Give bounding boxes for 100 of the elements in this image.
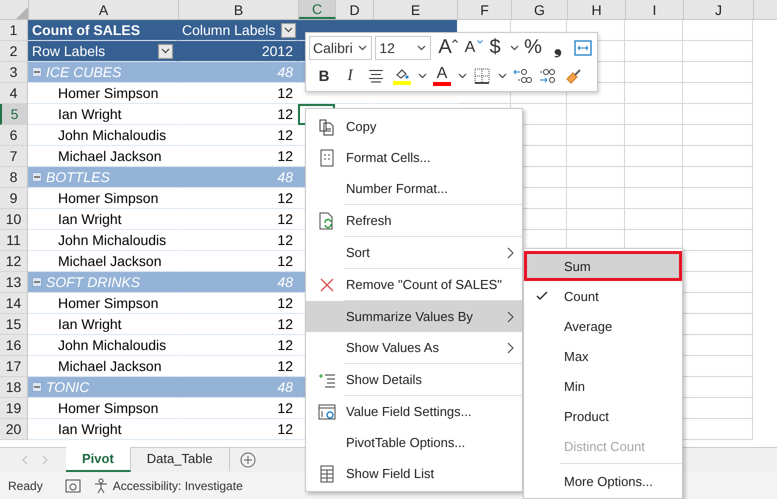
menu-item[interactable]: PivotTable Options...	[306, 427, 522, 458]
add-icon[interactable]	[240, 452, 256, 468]
value-cell: 12	[277, 400, 293, 416]
row-label: Homer Simpson	[57, 190, 158, 206]
decrease-decimal-icon[interactable]	[538, 67, 558, 86]
value-cell: 12	[277, 295, 293, 311]
row-header[interactable]: 8	[0, 167, 28, 188]
table-cell	[625, 125, 683, 146]
row-header[interactable]: 12	[0, 251, 28, 272]
row-header[interactable]: 9	[0, 188, 28, 209]
increase-decimal-icon[interactable]	[512, 67, 532, 86]
menu-item[interactable]: Sort	[306, 237, 522, 268]
row-header[interactable]: 14	[0, 293, 28, 314]
column-header[interactable]: F	[458, 0, 512, 19]
format-button[interactable]: ❟	[547, 36, 569, 60]
format-button[interactable]: $	[484, 36, 506, 60]
row-header[interactable]: 2	[0, 41, 28, 62]
value-cell: 12	[277, 253, 293, 269]
menu-item[interactable]: Refresh	[306, 205, 522, 236]
filter-button[interactable]	[158, 44, 173, 58]
menu-item[interactable]: Show Details	[306, 364, 522, 395]
column-header[interactable]: H	[568, 0, 626, 19]
value-cell: 48	[277, 274, 293, 290]
italic-button[interactable]: I	[339, 64, 361, 88]
copy-icon	[318, 118, 336, 136]
row-header[interactable]: 18	[0, 377, 28, 398]
table-cell	[625, 167, 683, 188]
row-header[interactable]: 13	[0, 272, 28, 293]
menu-item[interactable]: Max	[524, 341, 682, 371]
dropdown-caret-icon	[510, 44, 518, 51]
borders-icon[interactable]	[474, 68, 490, 84]
value-cell: 12	[277, 190, 293, 206]
row-header[interactable]: 3	[0, 62, 28, 83]
menu-item[interactable]: Min	[524, 371, 682, 401]
menu-item[interactable]: Copy	[306, 111, 522, 142]
menu-item[interactable]: Sum	[524, 251, 682, 281]
accessibility-status[interactable]: Accessibility: Investigate	[112, 478, 243, 492]
menu-item[interactable]: Format Cells...	[306, 142, 522, 173]
macro-recorder-icon	[64, 478, 81, 492]
menu-item[interactable]: Show Field List	[306, 458, 522, 489]
menu-item[interactable]: Count	[524, 281, 682, 311]
row-header[interactable]: 1	[0, 20, 28, 41]
row-label: Count of SALES	[32, 22, 140, 38]
row-header[interactable]: 16	[0, 335, 28, 356]
row-header[interactable]: 11	[0, 230, 28, 251]
column-labels: Column Labels	[182, 22, 276, 38]
format-cells-icon	[318, 148, 336, 166]
row-header[interactable]: 5	[0, 104, 28, 125]
shrink-font-button[interactable]: A	[459, 36, 481, 60]
font-color-button[interactable]: A	[436, 66, 448, 82]
menu-item[interactable]: Average	[524, 311, 682, 341]
row-label: Ian Wright	[57, 211, 122, 227]
row-header[interactable]: 15	[0, 314, 28, 335]
menu-item[interactable]: Remove "Count of SALES"	[306, 269, 522, 300]
column-header[interactable]: C	[299, 0, 336, 19]
row-header[interactable]: 19	[0, 398, 28, 419]
format-button[interactable]: %	[522, 36, 544, 60]
grow-font-button[interactable]: A	[434, 36, 456, 60]
row-header[interactable]: 10	[0, 209, 28, 230]
table-cell	[567, 188, 625, 209]
bold-button[interactable]: B	[313, 64, 335, 88]
value-cell: 12	[277, 148, 293, 164]
menu-item[interactable]: Summarize Values By	[306, 301, 522, 332]
value-cell: 12	[277, 211, 293, 227]
column-header[interactable]: E	[374, 0, 458, 19]
table-cell	[683, 62, 753, 83]
filter-button[interactable]	[281, 22, 296, 38]
paintbrush-icon[interactable]	[565, 67, 583, 86]
row-label: Homer Simpson	[57, 85, 158, 101]
font-dropdown[interactable]: Calibri	[309, 36, 372, 60]
menu-item[interactable]: More Options...	[524, 466, 682, 496]
row-header[interactable]: 20	[0, 419, 28, 440]
font-size-dropdown[interactable]: 12	[375, 36, 431, 60]
column-header[interactable]: A	[29, 0, 179, 19]
menu-item[interactable]: Show Values As	[306, 332, 522, 363]
column-header[interactable]: I	[626, 0, 684, 19]
menu-item[interactable]: Number Format...	[306, 173, 522, 204]
wrap-text-icon[interactable]	[574, 40, 592, 56]
paint-bucket-icon[interactable]	[394, 68, 410, 80]
table-cell	[683, 41, 753, 62]
down-caret-icon	[477, 40, 483, 44]
value-cell: 12	[277, 421, 293, 437]
column-header[interactable]: J	[684, 0, 754, 19]
row-header[interactable]: 6	[0, 125, 28, 146]
column-header[interactable]: D	[336, 0, 374, 19]
up-caret-icon	[452, 38, 458, 43]
status-text: Ready	[8, 478, 43, 492]
table-cell	[625, 209, 683, 230]
table-cell	[567, 125, 625, 146]
menu-item[interactable]: Value Field Settings...	[306, 396, 522, 427]
menu-item[interactable]: Product	[524, 401, 682, 431]
column-header[interactable]: G	[512, 0, 568, 19]
row-header[interactable]: 17	[0, 356, 28, 377]
row-label: Michael Jackson	[57, 358, 162, 374]
sheet-tab[interactable]: Pivot	[66, 447, 131, 472]
value-cell: 12	[277, 127, 293, 143]
row-header[interactable]: 4	[0, 83, 28, 104]
dropdown-caret-icon	[417, 44, 426, 51]
center-align-icon[interactable]	[368, 69, 384, 84]
row-header[interactable]: 7	[0, 146, 28, 167]
